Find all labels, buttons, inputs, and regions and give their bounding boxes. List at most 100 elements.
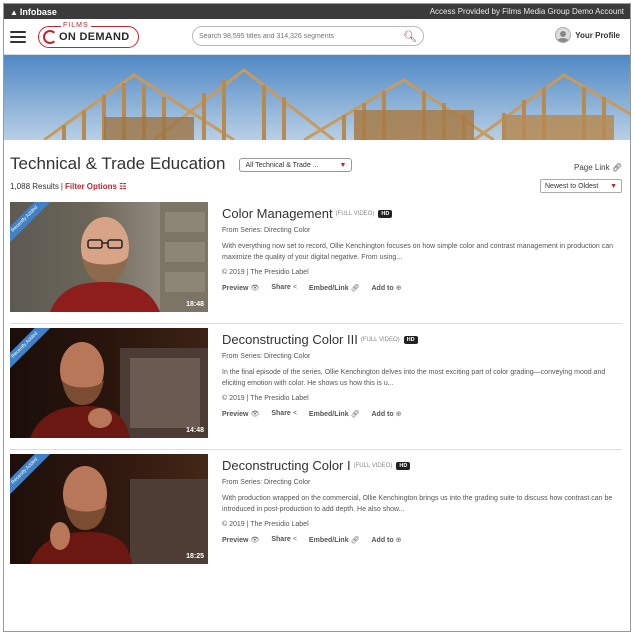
add-to-button[interactable]: Add to ⊕ bbox=[372, 410, 402, 418]
category-select[interactable]: All Technical & Trade ... ▼ bbox=[239, 158, 353, 172]
hd-badge: HD bbox=[396, 461, 411, 470]
item-info: Deconstructing Color I (Full Video) HD F… bbox=[222, 458, 618, 576]
category-select-value: All Technical & Trade ... bbox=[245, 161, 319, 169]
share-button[interactable]: Share < bbox=[271, 284, 297, 292]
embed-link-button[interactable]: Embed/Link 🔗︎ bbox=[309, 284, 360, 292]
list-item: Recently Added 14:48 Deconstructing Colo… bbox=[4, 324, 630, 450]
add-to-label: Add to bbox=[371, 285, 394, 292]
access-text: Access Provided by Films Media Group Dem… bbox=[429, 7, 624, 16]
video-title-link[interactable]: Deconstructing Color III bbox=[222, 332, 358, 347]
filter-icon: ☷ bbox=[119, 181, 127, 191]
logo-small-text: FILMS bbox=[61, 21, 91, 29]
video-description: With production wrapped on the commercia… bbox=[222, 495, 613, 513]
video-meta: © 2019 | The Presidio Label bbox=[222, 269, 309, 276]
link-icon: 🔗︎ bbox=[350, 537, 360, 544]
profile-link[interactable]: Your Profile bbox=[555, 27, 620, 43]
sort-select-value: Newest to Oldest bbox=[545, 182, 599, 190]
preview-button[interactable]: Preview 👁︎ bbox=[222, 536, 259, 544]
full-video-tag: (Full Video) bbox=[360, 336, 400, 343]
embed-label: Embed/Link bbox=[308, 537, 349, 544]
video-title: Deconstructing Color III (Full Video) HD bbox=[222, 332, 618, 347]
menu-icon[interactable] bbox=[10, 30, 26, 43]
page-link[interactable]: Page Link 🔗︎ bbox=[574, 163, 622, 172]
sort-select[interactable]: Newest to Oldest ▼ bbox=[540, 179, 622, 193]
preview-button[interactable]: Preview 👁︎ bbox=[222, 410, 259, 418]
video-thumbnail[interactable]: Recently Added 18:48 bbox=[10, 202, 208, 312]
films-on-demand-logo[interactable]: FILMS ON DEMAND bbox=[38, 21, 139, 48]
results-separator: | bbox=[60, 181, 63, 191]
logo-big-text: ON DEMAND bbox=[59, 30, 130, 43]
embed-link-button[interactable]: Embed/Link 🔗︎ bbox=[309, 536, 360, 544]
add-to-button[interactable]: Add to ⊕ bbox=[372, 284, 402, 292]
page-title: Technical & Trade Education bbox=[10, 154, 226, 173]
search-icon[interactable]: 🔍︎ bbox=[403, 30, 417, 43]
eye-icon: 👁︎ bbox=[250, 285, 260, 292]
series-link[interactable]: From Series: Directing Color bbox=[222, 353, 618, 360]
search-input[interactable] bbox=[199, 32, 404, 40]
thumbnail-image bbox=[50, 202, 208, 312]
preview-button[interactable]: Preview 👁︎ bbox=[222, 284, 259, 292]
profile-label: Your Profile bbox=[575, 30, 620, 40]
results-count-text: 1,088 Results bbox=[10, 181, 59, 191]
eye-icon: 👁︎ bbox=[250, 537, 260, 544]
add-to-label: Add to bbox=[371, 411, 394, 418]
page-link-label: Page Link bbox=[574, 163, 610, 172]
item-info: Color Management (Full Video) HD From Se… bbox=[222, 206, 618, 324]
video-title-link[interactable]: Color Management bbox=[222, 206, 333, 221]
share-icon: < bbox=[292, 284, 297, 291]
plus-circle-icon: ⊕ bbox=[395, 537, 402, 544]
share-label: Share bbox=[271, 536, 291, 543]
add-to-label: Add to bbox=[371, 537, 394, 544]
item-actions: Preview 👁︎ Share < Embed/Link 🔗︎ Add to ⊕ bbox=[222, 536, 618, 544]
hd-badge: HD bbox=[378, 209, 393, 218]
list-item: Recently Added 18:48 Color Management (F… bbox=[4, 198, 630, 324]
share-button[interactable]: Share < bbox=[271, 410, 297, 418]
item-actions: Preview 👁︎ Share < Embed/Link 🔗︎ Add to ⊕ bbox=[222, 410, 618, 418]
full-video-tag: (Full Video) bbox=[353, 462, 393, 469]
results-row: 1,088 Results | Filter Options ☷ Newest t… bbox=[4, 174, 630, 198]
video-meta: © 2019 | The Presidio Label bbox=[222, 395, 309, 402]
video-thumbnail[interactable]: Recently Added 14:48 bbox=[10, 328, 208, 438]
add-to-button[interactable]: Add to ⊕ bbox=[372, 536, 402, 544]
infobase-logo-icon: ▲ bbox=[10, 7, 18, 17]
video-description: In the final episode of the series, Olli… bbox=[222, 369, 606, 387]
video-description: With everything now set to record, Ollie… bbox=[222, 243, 614, 261]
logo-swoosh-icon bbox=[43, 29, 57, 44]
embed-link-button[interactable]: Embed/Link 🔗︎ bbox=[309, 410, 360, 418]
share-label: Share bbox=[271, 410, 291, 417]
preview-label: Preview bbox=[222, 411, 249, 418]
video-duration: 18:48 bbox=[186, 301, 204, 308]
thumbnail-image bbox=[30, 466, 208, 564]
plus-circle-icon: ⊕ bbox=[395, 411, 402, 418]
link-icon: 🔗︎ bbox=[350, 285, 360, 292]
link-icon: 🔗︎ bbox=[350, 411, 360, 418]
video-meta: © 2019 | The Presidio Label bbox=[222, 521, 309, 528]
filter-options-link[interactable]: Filter Options ☷ bbox=[65, 182, 126, 191]
site-header: FILMS ON DEMAND 🔍︎ Your Profile bbox=[4, 19, 630, 55]
infobase-logo[interactable]: ▲ Infobase bbox=[10, 7, 57, 17]
embed-label: Embed/Link bbox=[308, 285, 349, 292]
title-row: Technical & Trade Education All Technica… bbox=[4, 140, 630, 174]
results-count: 1,088 Results | bbox=[10, 182, 65, 191]
series-link[interactable]: From Series: Directing Color bbox=[222, 227, 618, 234]
share-icon: < bbox=[292, 410, 297, 417]
category-banner bbox=[4, 55, 630, 140]
series-link[interactable]: From Series: Directing Color bbox=[222, 479, 618, 486]
app-frame: ▲ Infobase Access Provided by Films Media… bbox=[3, 3, 631, 632]
video-thumbnail[interactable]: Recently Added 18:25 bbox=[10, 454, 208, 564]
video-duration: 14:48 bbox=[186, 427, 204, 434]
share-button[interactable]: Share < bbox=[271, 536, 297, 544]
video-title-link[interactable]: Deconstructing Color I bbox=[222, 458, 351, 473]
avatar-icon bbox=[555, 27, 572, 43]
infobase-bar: ▲ Infobase Access Provided by Films Media… bbox=[4, 4, 630, 19]
search-box: 🔍︎ bbox=[192, 26, 424, 46]
video-title: Deconstructing Color I (Full Video) HD bbox=[222, 458, 618, 473]
filter-options-label: Filter Options bbox=[65, 181, 117, 191]
full-video-tag: (Full Video) bbox=[335, 210, 375, 217]
share-icon: < bbox=[292, 536, 297, 543]
infobase-brand: Infobase bbox=[19, 6, 57, 17]
plus-circle-icon: ⊕ bbox=[395, 285, 402, 292]
item-actions: Preview 👁︎ Share < Embed/Link 🔗︎ Add to ⊕ bbox=[222, 284, 618, 292]
embed-label: Embed/Link bbox=[308, 411, 349, 418]
video-title: Color Management (Full Video) HD bbox=[222, 206, 618, 221]
